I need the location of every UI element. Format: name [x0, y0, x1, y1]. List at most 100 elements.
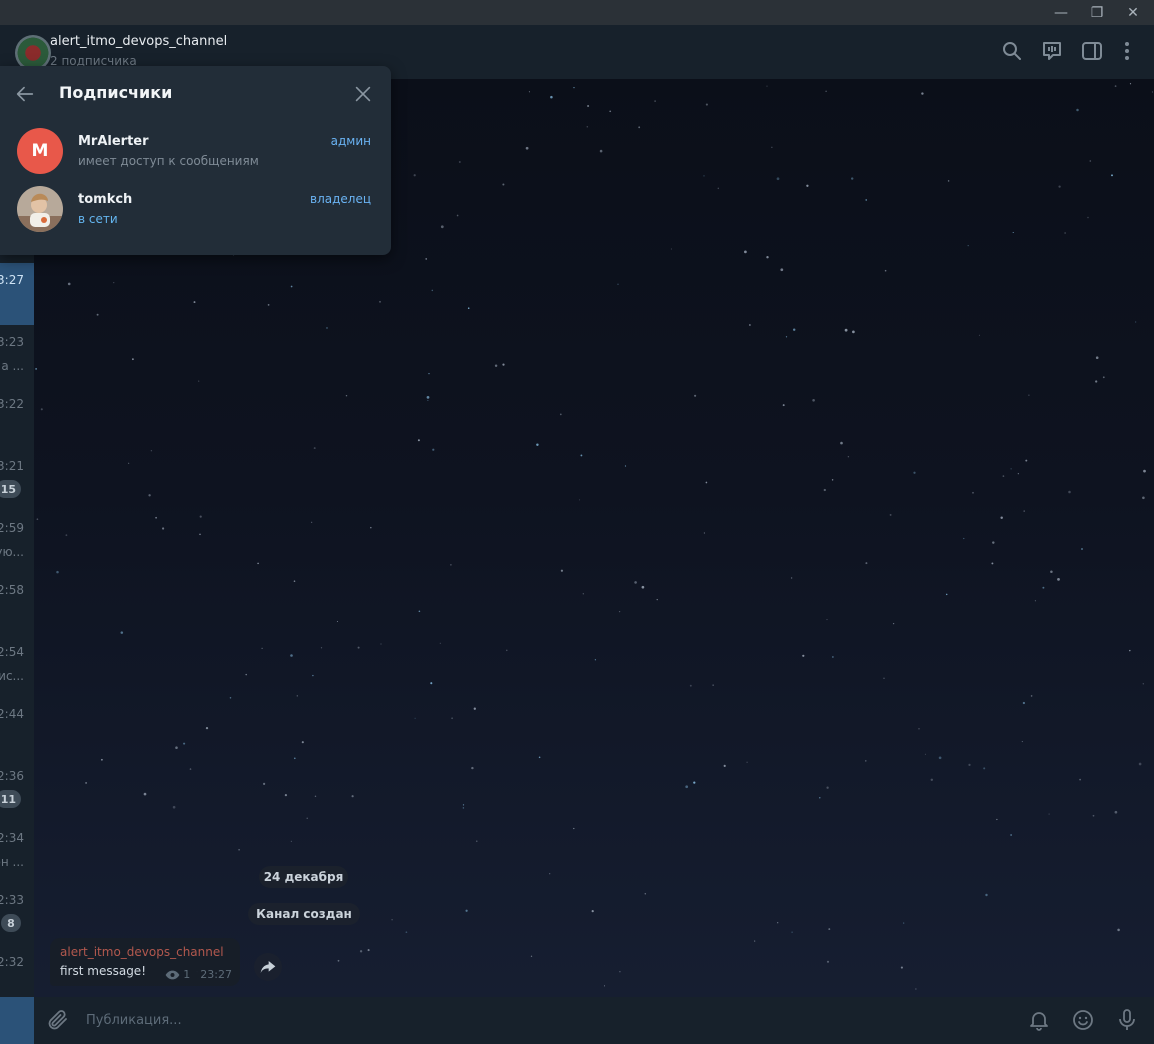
message-input[interactable]: Публикация...	[86, 1013, 182, 1028]
message-text: first message!	[60, 964, 147, 978]
close-window-button[interactable]: ✕	[1115, 0, 1151, 25]
search-icon[interactable]	[1000, 39, 1024, 63]
star-dot	[245, 673, 247, 676]
star-dot	[336, 621, 338, 622]
star-dot	[284, 793, 288, 797]
chat-list-item[interactable]: 2:34 он ...	[0, 821, 34, 883]
star-dot	[603, 985, 606, 987]
star-dot	[689, 684, 692, 687]
star-dot	[1030, 695, 1033, 697]
star-dot	[357, 646, 360, 649]
maximize-button[interactable]: ❐	[1079, 0, 1115, 25]
star-dot	[113, 281, 115, 284]
star-dot	[746, 761, 748, 763]
star-dot	[785, 336, 788, 338]
star-dot	[306, 817, 308, 819]
star-dot	[852, 330, 855, 334]
star-dot	[945, 593, 948, 596]
star-dot	[1135, 321, 1137, 323]
close-icon[interactable]	[352, 83, 374, 105]
star-dot	[624, 465, 627, 467]
star-dot	[609, 110, 612, 113]
star-dot	[1048, 813, 1050, 815]
chat-time: 2:59	[0, 521, 24, 535]
chat-list-item[interactable]: 3:23 а ...	[0, 325, 34, 387]
star-dot	[1102, 376, 1105, 379]
star-dot	[40, 408, 43, 411]
live-stream-icon[interactable]	[1040, 39, 1064, 63]
sidebar-toggle-icon[interactable]	[1080, 39, 1104, 63]
star-dot	[290, 840, 293, 843]
chat-list-item[interactable]: 2:44	[0, 697, 34, 759]
star-dot	[685, 785, 689, 789]
message-time: 23:27	[200, 968, 232, 981]
star-dot	[947, 180, 950, 182]
star-dot	[238, 849, 240, 851]
star-dot	[582, 593, 584, 595]
chat-list-item[interactable]: 3:21 15	[0, 449, 34, 511]
star-dot	[972, 491, 974, 494]
chat-list-item[interactable]: 2:33 8	[0, 883, 34, 945]
channel-title[interactable]: alert_itmo_devops_channel	[50, 34, 227, 49]
chat-time: 2:33	[0, 893, 24, 907]
star-dot	[56, 570, 59, 574]
star-dot	[456, 214, 459, 217]
star-dot	[440, 225, 444, 229]
star-dot	[536, 443, 539, 446]
more-vertical-icon[interactable]	[1115, 39, 1139, 63]
star-dot	[1010, 834, 1012, 836]
star-dot	[921, 92, 924, 95]
telegram-window: — ❐ ✕ 3:27 3:23 а ... 3:22 3:21 15 2:59 …	[0, 0, 1154, 1044]
star-dot	[476, 840, 478, 842]
emoji-icon[interactable]	[1071, 1008, 1095, 1032]
chat-list-item[interactable]: 2:59 ую...	[0, 511, 34, 573]
star-dot	[641, 585, 645, 589]
chat-list-item[interactable]: 3:22	[0, 387, 34, 449]
star-dot	[963, 537, 965, 540]
minimize-button[interactable]: —	[1043, 0, 1079, 25]
star-dot	[1021, 741, 1023, 743]
star-dot	[694, 394, 697, 397]
star-dot	[1042, 586, 1045, 589]
star-dot	[132, 358, 134, 361]
star-dot	[525, 146, 529, 150]
member-row[interactable]: M MrAlerter имеет доступ к сообщениям ад…	[0, 125, 391, 183]
star-dot	[450, 564, 452, 566]
star-dot	[261, 647, 263, 650]
star-dot	[189, 768, 192, 770]
bell-icon[interactable]	[1027, 1008, 1051, 1032]
chat-list-footer	[0, 997, 34, 1044]
star-dot	[1034, 600, 1036, 602]
chat-list-item[interactable]: 2:54 ис...	[0, 635, 34, 697]
message-author[interactable]: alert_itmo_devops_channel	[60, 945, 224, 959]
star-dot	[380, 643, 382, 645]
star-dot	[766, 255, 769, 259]
microphone-icon[interactable]	[1115, 1008, 1139, 1032]
star-dot	[467, 307, 470, 309]
message-bubble[interactable]: alert_itmo_devops_channel first message!…	[50, 938, 240, 986]
star-dot	[370, 526, 372, 529]
views-count: 1	[183, 968, 191, 981]
star-dot	[823, 488, 826, 492]
chat-list-item[interactable]: 3:27	[0, 263, 34, 325]
star-dot	[983, 767, 986, 770]
member-row[interactable]: tomkch в сети владелец	[0, 183, 391, 241]
member-name: tomkch	[78, 192, 133, 207]
star-dot	[791, 931, 793, 933]
attach-icon[interactable]	[46, 1008, 70, 1032]
star-dot	[771, 146, 773, 148]
chat-list-item[interactable]: 2:58	[0, 573, 34, 635]
star-dot	[1095, 380, 1098, 383]
star-dot	[148, 494, 151, 497]
star-dot	[1129, 649, 1131, 652]
star-dot	[865, 562, 868, 565]
star-dot	[458, 161, 461, 163]
forward-button[interactable]	[254, 953, 282, 981]
star-dot	[617, 283, 619, 285]
star-dot	[320, 647, 323, 649]
star-dot	[1089, 160, 1092, 162]
star-dot	[644, 893, 647, 895]
star-dot	[802, 654, 805, 657]
back-arrow-icon[interactable]	[14, 83, 36, 105]
chat-list-item[interactable]: 2:36 11	[0, 759, 34, 821]
